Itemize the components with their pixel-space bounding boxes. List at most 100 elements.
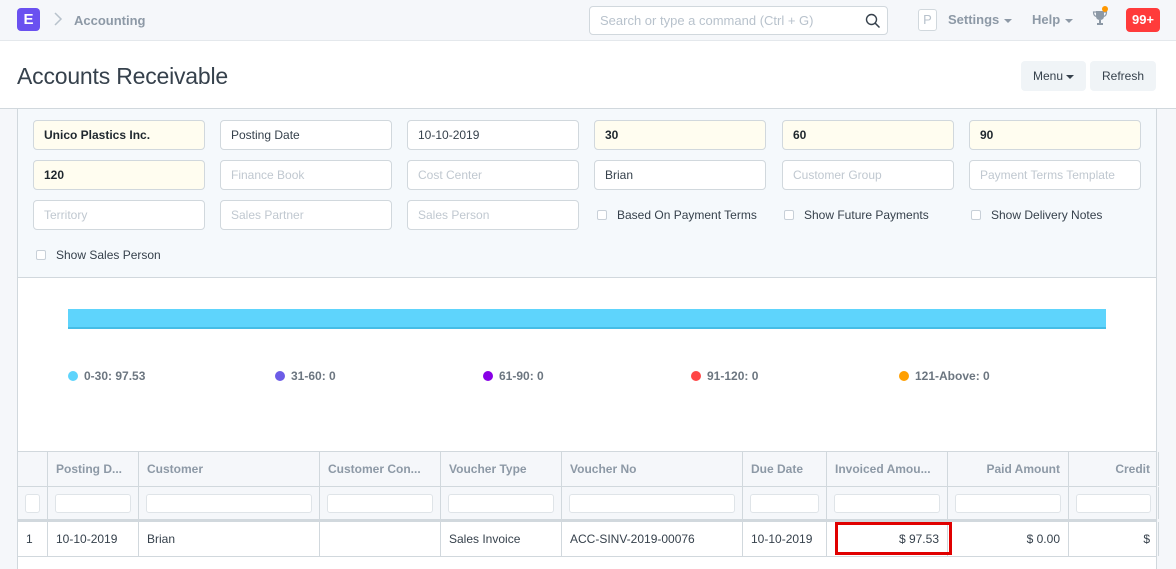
bar-segment-0-30[interactable] [68,309,1106,329]
ageing-chart: 0-30: 97.53 31-60: 0 61-90: 0 91-120: 0 121-… [18,279,1156,449]
column-header[interactable]: Due Date [743,452,827,486]
column-filter-input[interactable] [955,493,1061,513]
report-date-field[interactable] [407,120,579,150]
ageing-based-on-field[interactable] [220,120,392,150]
page-head: Accounts Receivable Menu Refresh [0,41,1176,109]
column-header[interactable]: Voucher Type [441,452,562,486]
show-future-payments-checkbox[interactable]: Show Future Payments [784,208,929,222]
show-delivery-notes-checkbox[interactable]: Show Delivery Notes [971,208,1102,222]
column-filter-input[interactable] [834,493,940,513]
show-sales-person-checkbox[interactable]: Show Sales Person [36,248,161,262]
column-header[interactable]: Invoiced Amou... [827,452,948,486]
column-filter-cell [562,487,743,519]
checkbox-box[interactable] [784,210,794,220]
column-header[interactable]: Credit [1069,452,1159,486]
range2-field[interactable] [782,120,954,150]
cost-center-field[interactable] [407,160,579,190]
filter-area: Based On Payment Terms Show Future Payme… [18,109,1156,278]
search-bar[interactable] [589,6,888,35]
legend-item: 61-90: 0 [483,369,544,383]
column-filter-cell [1069,487,1159,519]
legend-dot-icon [899,371,909,381]
refresh-button[interactable]: Refresh [1090,61,1156,91]
navbar: E Accounting P Settings Help 99+ [0,0,1176,41]
legend-item: 121-Above: 0 [899,369,990,383]
territory-field[interactable] [33,200,205,230]
finance-book-field[interactable] [220,160,392,190]
legend-label: 31-60: 0 [291,369,336,383]
legend-item: 31-60: 0 [275,369,336,383]
checkbox-box[interactable] [597,210,607,220]
legend-dot-icon [275,371,285,381]
column-filter-cell [743,487,827,519]
table-cell[interactable]: 10-10-2019 [48,522,139,556]
range4-field[interactable] [33,160,205,190]
sales-person-field[interactable] [407,200,579,230]
column-header[interactable]: Customer [139,452,320,486]
column-filter-cell [48,487,139,519]
column-filter-input[interactable] [146,493,312,513]
column-filter-input[interactable] [327,493,433,513]
table-header-row: Posting D... Customer Customer Con... Vouch… [18,451,1159,487]
settings-dropdown[interactable]: Settings [948,12,1013,27]
table-cell[interactable]: $ 0.00 [948,522,1069,556]
menu-label: Menu [1032,69,1064,83]
notifications-badge[interactable]: 99+ [1126,8,1160,32]
column-filter-input[interactable] [750,493,819,513]
legend-label: 61-90: 0 [499,369,544,383]
caret-down-icon [1004,18,1013,23]
column-filter-cell [441,487,562,519]
customer-field[interactable] [594,160,766,190]
column-filter-input[interactable] [25,493,40,513]
bar-segment-edge [68,327,1106,329]
legend-dot-icon [691,371,701,381]
user-avatar[interactable]: P [918,9,937,31]
checkbox-label: Based On Payment Terms [617,208,757,222]
company-field[interactable] [33,120,205,150]
column-header[interactable] [18,452,48,486]
table-cell[interactable]: Brian [139,522,320,556]
column-filter-input[interactable] [448,493,554,513]
caret-down-icon [1065,18,1074,23]
checkbox-box[interactable] [971,210,981,220]
column-header[interactable]: Paid Amount [948,452,1069,486]
table-cell[interactable]: $ [1069,522,1159,556]
menu-button[interactable]: Menu [1021,61,1086,91]
column-filter-input[interactable] [1076,493,1151,513]
legend-label: 91-120: 0 [707,369,759,383]
table-cell[interactable]: Sales Invoice [441,522,562,556]
column-header[interactable]: Customer Con... [320,452,441,486]
column-header[interactable]: Posting D... [48,452,139,486]
search-input[interactable] [590,7,850,34]
column-header[interactable]: Voucher No [562,452,743,486]
chevron-right-icon [54,12,63,26]
breadcrumb-accounting[interactable]: Accounting [74,13,146,28]
help-dropdown[interactable]: Help [1032,12,1074,27]
row-number[interactable]: 1 [18,522,48,556]
search-icon[interactable] [865,13,881,29]
table-cell[interactable]: ACC-SINV-2019-00076 [562,522,743,556]
column-filter-cell [827,487,948,519]
sales-partner-field[interactable] [220,200,392,230]
table-filter-row [18,487,1159,522]
table-cell[interactable]: 10-10-2019 [743,522,827,556]
notification-dot [1102,6,1108,12]
column-filter-input[interactable] [569,493,735,513]
payment-terms-template-field[interactable] [969,160,1141,190]
checkbox-box[interactable] [36,250,46,260]
range3-field[interactable] [969,120,1141,150]
based-on-payment-terms-checkbox[interactable]: Based On Payment Terms [597,208,757,222]
customer-group-field[interactable] [782,160,954,190]
checkbox-label: Show Sales Person [56,248,161,262]
table-row: 1 10-10-2019 Brian Sales Invoice ACC-SINV-20… [18,522,1159,557]
column-filter-cell [18,487,48,519]
column-filter-cell [139,487,320,519]
page-title: Accounts Receivable [17,63,228,89]
range1-field[interactable] [594,120,766,150]
help-label: Help [1032,12,1061,27]
table-cell[interactable] [320,522,441,556]
legend-item: 91-120: 0 [691,369,758,383]
column-filter-input[interactable] [55,493,131,513]
legend-label: 121-Above: 0 [915,369,990,383]
app-logo[interactable]: E [17,8,40,31]
